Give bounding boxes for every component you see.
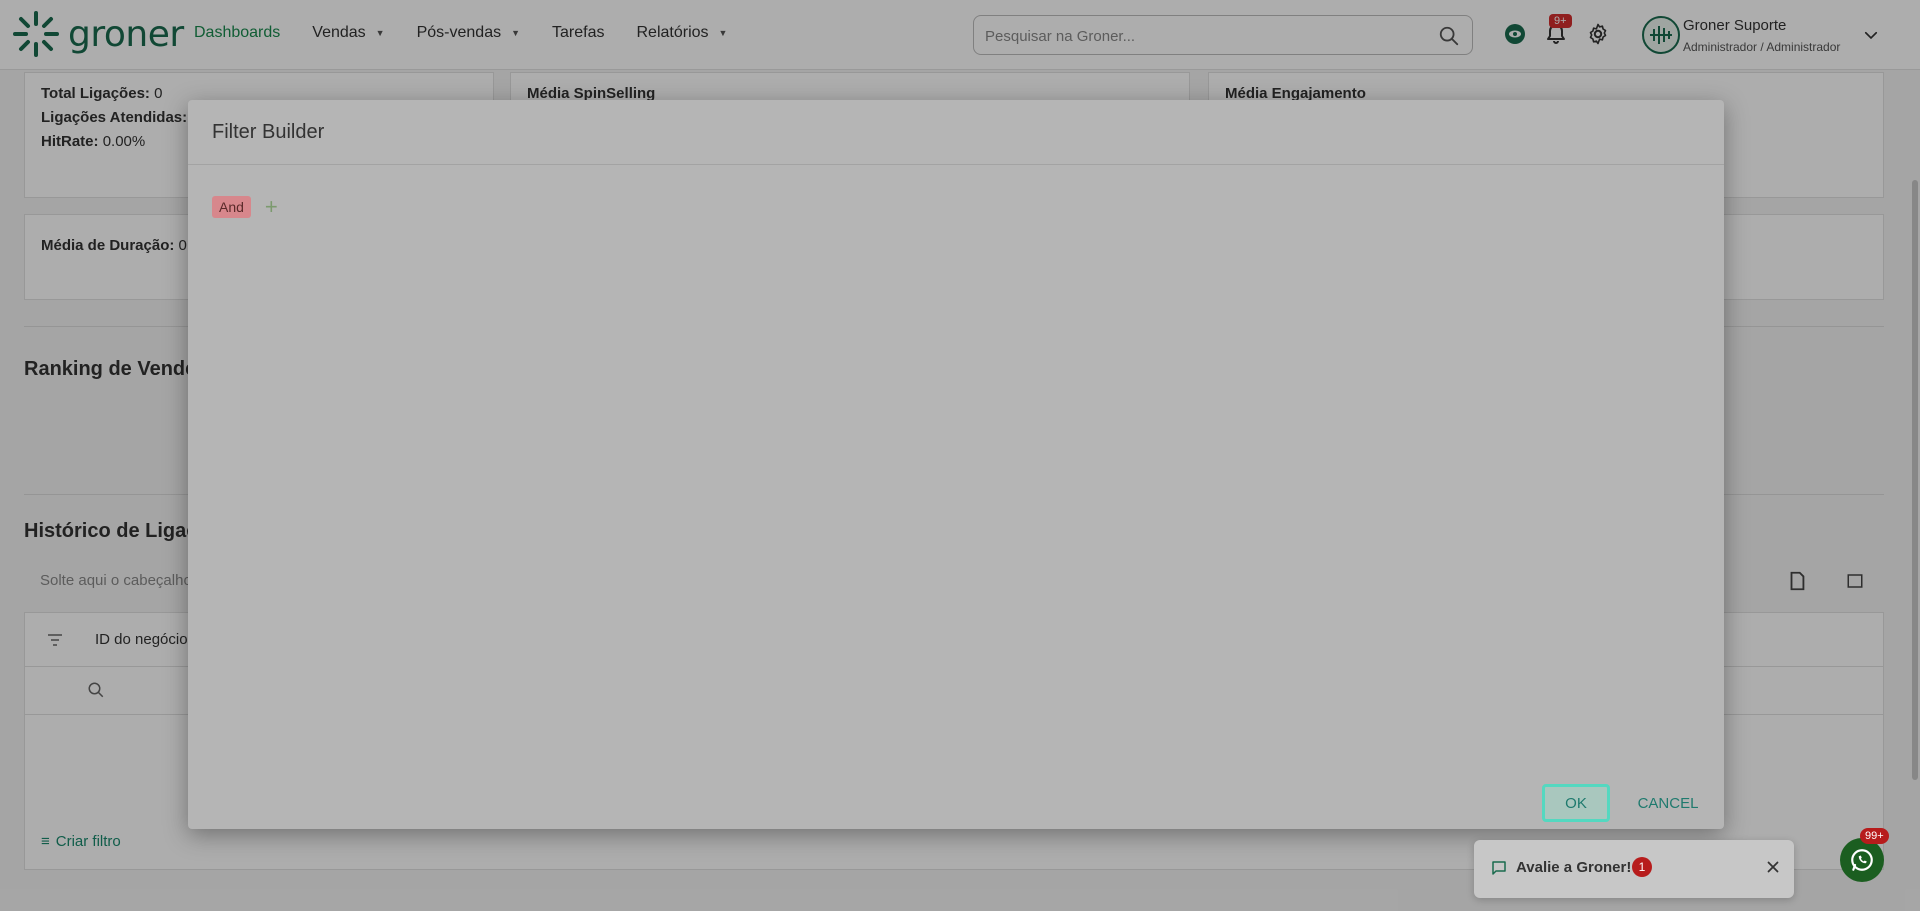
ok-button[interactable]: OK (1542, 784, 1610, 822)
rating-toast[interactable]: Avalie a Groner! 1 (1474, 840, 1794, 898)
close-icon[interactable] (1764, 858, 1782, 876)
chat-bubble-icon (1492, 861, 1506, 875)
filter-group: And + (212, 196, 278, 218)
toast-text: Avalie a Groner! (1516, 859, 1632, 876)
toast-count-badge: 1 (1632, 857, 1652, 877)
add-condition-icon[interactable]: + (265, 196, 278, 218)
group-operator-button[interactable]: And (212, 196, 251, 218)
whatsapp-badge: 99+ (1860, 828, 1889, 844)
whatsapp-icon (1851, 849, 1873, 871)
whatsapp-button[interactable] (1840, 838, 1884, 882)
cancel-button[interactable]: CANCEL (1628, 784, 1708, 822)
filter-builder-dialog: Filter Builder And + OK CANCEL (188, 100, 1724, 829)
dialog-title: Filter Builder (212, 120, 325, 143)
dialog-header: Filter Builder (188, 100, 1724, 165)
